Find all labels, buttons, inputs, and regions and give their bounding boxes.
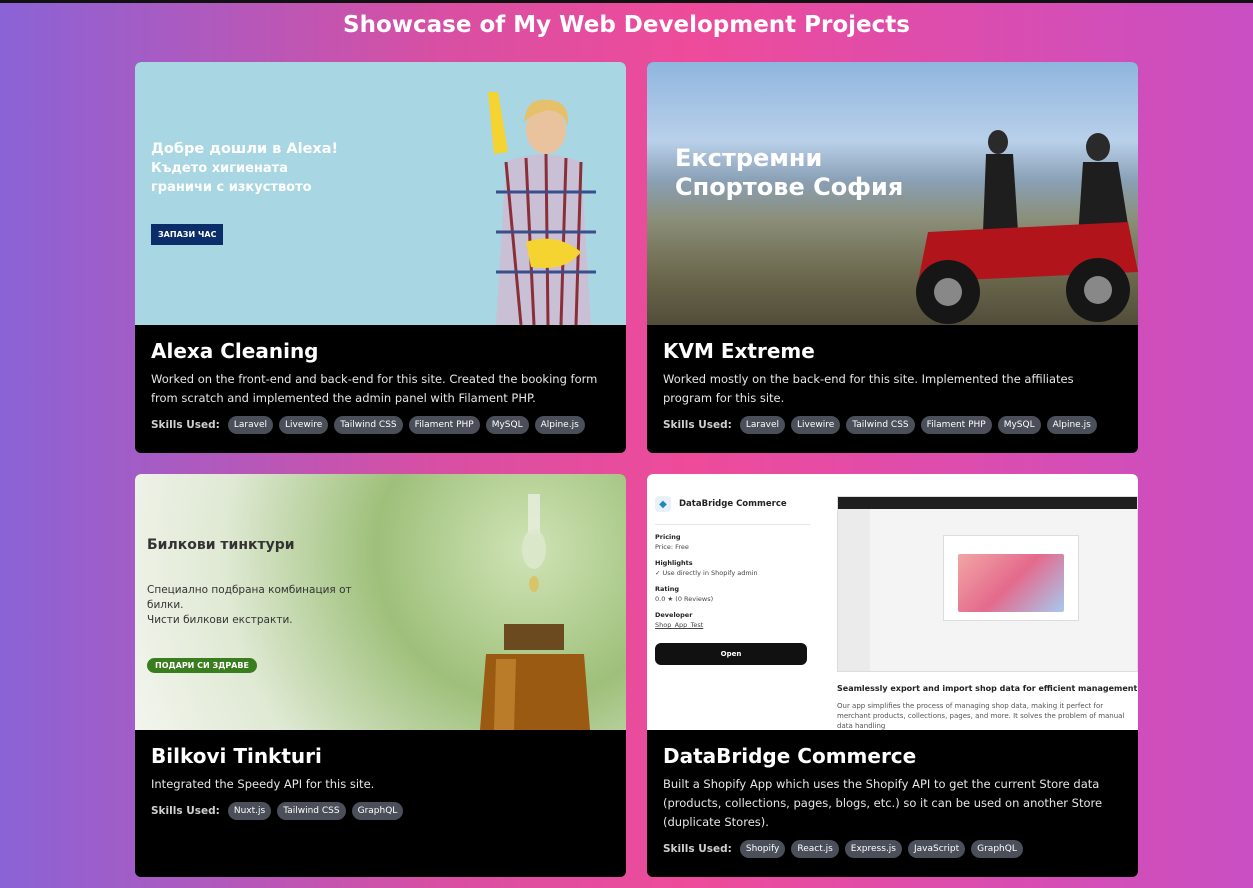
project-card-kvm-extreme[interactable]: Екстремни Спортове София KVM Extreme Wor… bbox=[647, 62, 1138, 453]
thumb-cta: ЗАПАЗИ ЧАС bbox=[151, 224, 224, 245]
developer-heading: Developer bbox=[655, 611, 693, 619]
thumb-subtext: Специално подбрана комбинация от билки. … bbox=[147, 583, 352, 628]
project-title: Alexa Cleaning bbox=[151, 339, 319, 363]
skill-tag: Livewire bbox=[278, 416, 329, 434]
project-description: Worked mostly on the back-end for this s… bbox=[663, 372, 1074, 405]
databridge-logo-icon: ◆ bbox=[655, 496, 671, 512]
project-card-alexa-cleaning[interactable]: Добре дошли в Alexa! Където хигиената гр… bbox=[135, 62, 626, 453]
app-name: DataBridge Commerce bbox=[679, 499, 787, 509]
skills-label: Skills Used: bbox=[151, 419, 220, 431]
thumb-cta: ПОДАРИ СИ ЗДРАВЕ bbox=[147, 658, 257, 673]
project-description: Built a Shopify App which uses the Shopi… bbox=[663, 777, 1103, 829]
skill-tag: GraphQL bbox=[351, 802, 404, 820]
thumb-line: Където хигиената bbox=[151, 161, 288, 176]
thumb-line: граничи с изкуството bbox=[151, 180, 312, 195]
highlights-heading: Highlights bbox=[655, 559, 693, 567]
skill-tag: Tailwind CSS bbox=[334, 416, 403, 434]
rating-value: 0.0 ★ (0 Reviews) bbox=[655, 595, 714, 603]
app-logo: ◆ DataBridge Commerce bbox=[655, 496, 810, 512]
project-thumbnail: Добре дошли в Alexa! Където хигиената гр… bbox=[135, 62, 626, 325]
skill-tag: Filament PHP bbox=[920, 416, 992, 434]
skill-tag: Nuxt.js bbox=[227, 802, 272, 820]
thumb-line: билки. bbox=[147, 599, 184, 611]
skill-tag: React.js bbox=[791, 840, 839, 858]
skill-tag: JavaScript bbox=[908, 840, 966, 858]
skills-list: Skills Used: Shopify React.js Express.js… bbox=[663, 840, 1122, 858]
project-card-databridge-commerce[interactable]: ◆ DataBridge Commerce Pricing Price: Fre… bbox=[647, 474, 1138, 877]
highlights-value: ✓ Use directly in Shopify admin bbox=[655, 569, 758, 577]
thumb-headline: Билкови тинктури bbox=[147, 537, 295, 553]
skill-tag: Laravel bbox=[739, 416, 785, 434]
pricing-value: Price: Free bbox=[655, 543, 689, 551]
skill-tag: Filament PHP bbox=[408, 416, 480, 434]
skills-label: Skills Used: bbox=[663, 843, 732, 855]
skill-tag: Tailwind CSS bbox=[846, 416, 915, 434]
project-card-bilkovi-tinkturi[interactable]: Билкови тинктури Специално подбрана комб… bbox=[135, 474, 626, 877]
skills-label: Skills Used: bbox=[663, 419, 732, 431]
thumb-headline: Добре дошли в Alexa! Където хигиената гр… bbox=[151, 140, 338, 197]
project-description: Integrated the Speedy API for this site. bbox=[151, 777, 375, 791]
atv-riders-image bbox=[916, 130, 1138, 324]
project-thumbnail: Екстремни Спортове София bbox=[647, 62, 1138, 325]
project-thumbnail: ◆ DataBridge Commerce Pricing Price: Fre… bbox=[647, 474, 1138, 730]
project-thumbnail: Билкови тинктури Специално подбрана комб… bbox=[135, 474, 626, 730]
woman-cleaner-image bbox=[488, 92, 596, 325]
project-title: Bilkovi Tinkturi bbox=[151, 744, 322, 768]
project-title: KVM Extreme bbox=[663, 339, 815, 363]
skill-tag: Express.js bbox=[844, 840, 902, 858]
projects-grid: Добре дошли в Alexa! Където хигиената гр… bbox=[135, 62, 1138, 877]
open-button: Open bbox=[655, 643, 807, 665]
skill-tag: Alpine.js bbox=[1046, 416, 1097, 434]
skills-label: Skills Used: bbox=[151, 805, 220, 817]
skill-tag: Laravel bbox=[227, 416, 273, 434]
skill-tag: Tailwind CSS bbox=[277, 802, 346, 820]
project-title: DataBridge Commerce bbox=[663, 744, 917, 768]
skill-tag: MySQL bbox=[485, 416, 529, 434]
app-screenshot bbox=[837, 496, 1138, 672]
thumb-line: Чисти билкови екстракти. bbox=[147, 614, 293, 626]
skill-tag: Shopify bbox=[739, 840, 786, 858]
skill-tag: MySQL bbox=[997, 416, 1041, 434]
skills-list: Skills Used: Nuxt.js Tailwind CSS GraphQ… bbox=[151, 802, 610, 820]
thumb-line: Специално подбрана комбинация от bbox=[147, 584, 352, 596]
pricing-heading: Pricing bbox=[655, 533, 681, 541]
app-tagline: Seamlessly export and import shop data f… bbox=[837, 684, 1138, 693]
skills-list: Skills Used: Laravel Livewire Tailwind C… bbox=[663, 416, 1122, 434]
developer-value: Shop_App_Test bbox=[655, 621, 704, 629]
page-title: Showcase of My Web Development Projects bbox=[343, 12, 910, 38]
project-description: Worked on the front-end and back-end for… bbox=[151, 372, 598, 405]
app-description: Our app simplifies the process of managi… bbox=[837, 702, 1125, 730]
skill-tag: Livewire bbox=[790, 416, 841, 434]
app-listing-sidebar: ◆ DataBridge Commerce Pricing Price: Fre… bbox=[655, 496, 810, 665]
tincture-bottle-image bbox=[480, 494, 590, 730]
skill-tag: GraphQL bbox=[971, 840, 1023, 858]
skill-tag: Alpine.js bbox=[534, 416, 585, 434]
thumb-line: Добре дошли в Alexa! bbox=[151, 141, 339, 157]
skills-list: Skills Used: Laravel Livewire Tailwind C… bbox=[151, 416, 610, 434]
rating-heading: Rating bbox=[655, 585, 680, 593]
